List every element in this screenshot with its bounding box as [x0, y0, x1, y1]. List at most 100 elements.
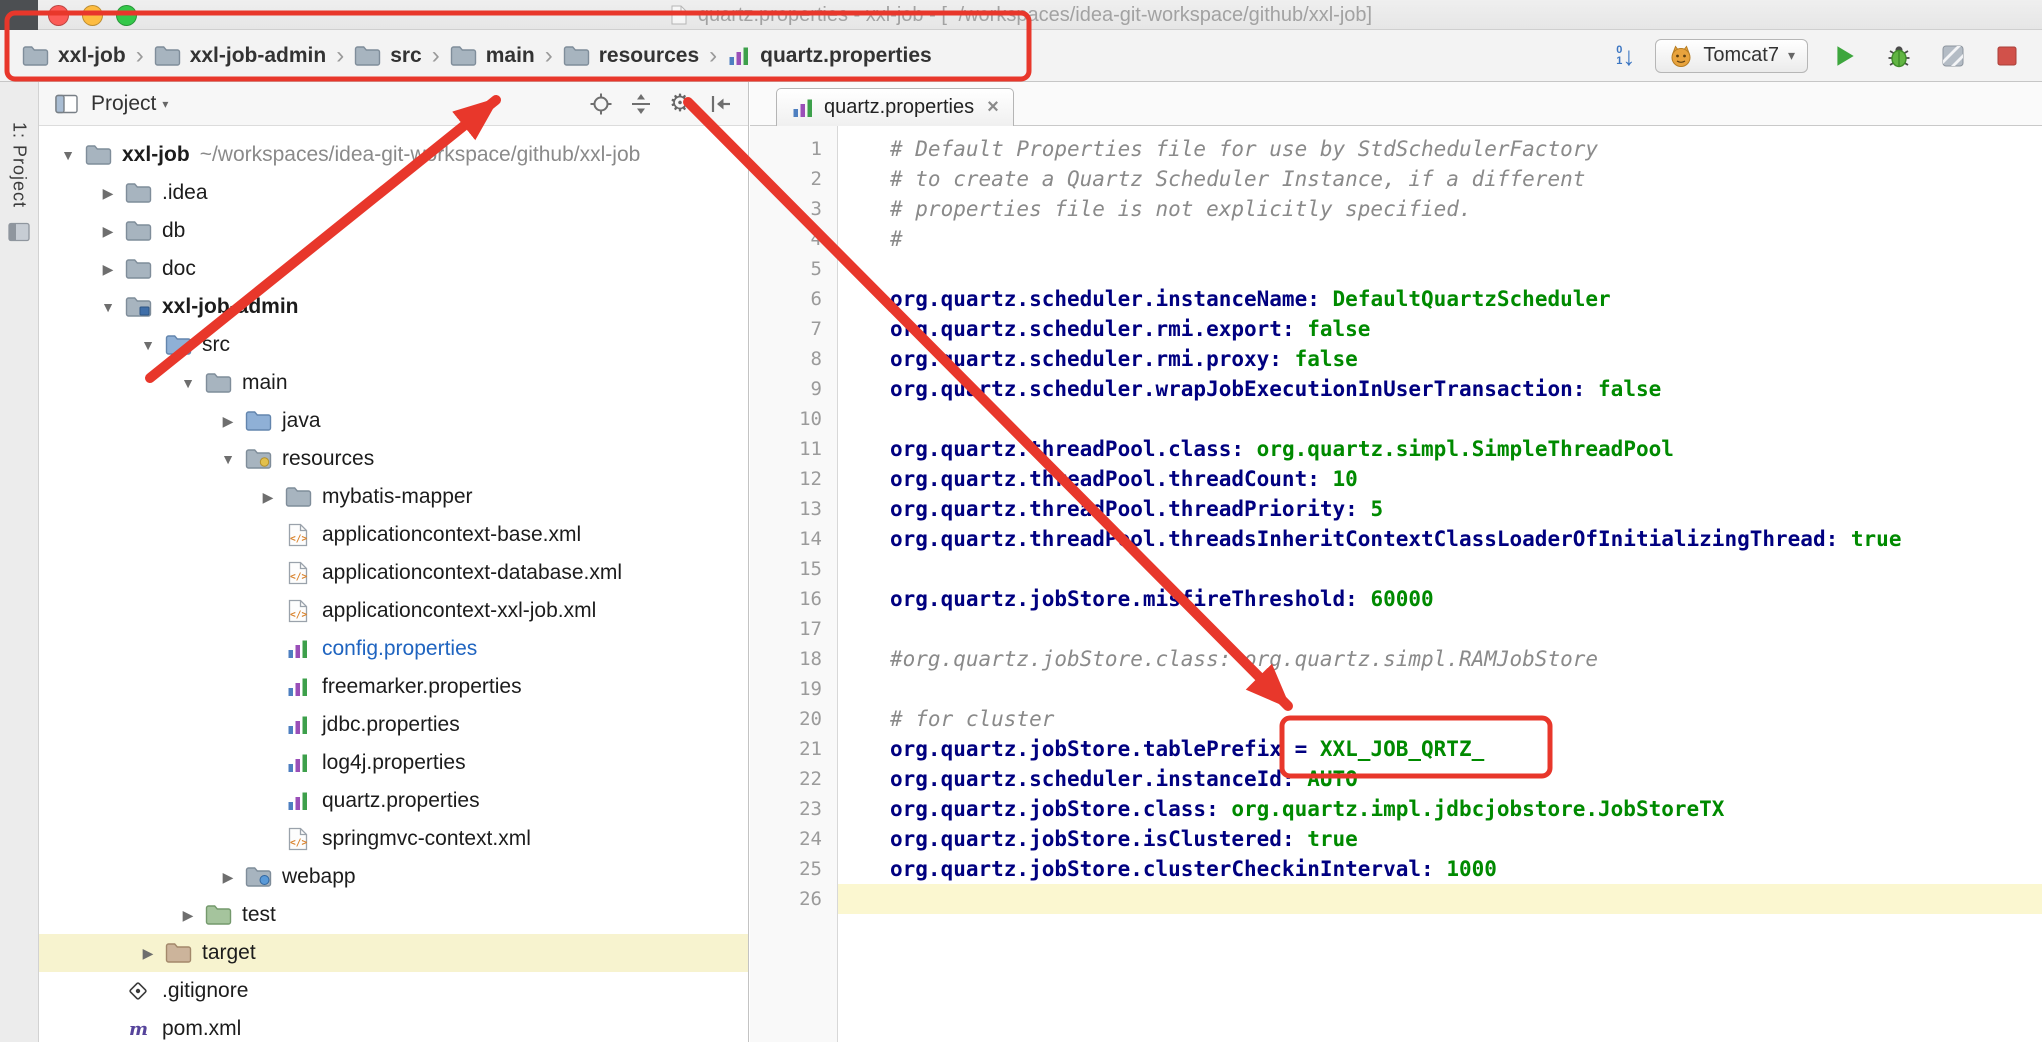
code-line-8[interactable]: 8org.quartz.scheduler.rmi.proxy: false — [750, 344, 2042, 374]
chevron-down-icon[interactable]: ▾ — [162, 97, 168, 111]
chevron-collapsed-icon[interactable]: ▶ — [93, 185, 123, 202]
code-line-17[interactable]: 17 — [750, 614, 2042, 644]
chevron-collapsed-icon[interactable]: ▶ — [133, 945, 163, 962]
tree-item-applicationcontext-base.xml[interactable]: </>applicationcontext-base.xml — [39, 516, 748, 554]
tree-item-target[interactable]: ▶target — [39, 934, 748, 972]
code-editor[interactable]: 1# Default Properties file for use by St… — [750, 126, 2042, 1042]
folder-src-icon — [243, 410, 273, 432]
code-line-7[interactable]: 7org.quartz.scheduler.rmi.export: false — [750, 314, 2042, 344]
breadcrumb-item-main[interactable]: main — [446, 44, 539, 68]
close-window-icon[interactable] — [48, 5, 69, 26]
svg-text:</>: </> — [290, 610, 307, 621]
chevron-expanded-icon[interactable]: ▼ — [173, 375, 203, 391]
breadcrumb-item-xxl-job-admin[interactable]: xxl-job-admin — [150, 44, 331, 68]
code-line-21[interactable]: 21org.quartz.jobStore.tablePrefix = XXL_… — [750, 734, 2042, 764]
sort-order-icon[interactable]: 0 1 ↓ — [1616, 43, 1635, 69]
run-button[interactable] — [1828, 39, 1862, 73]
folder-icon — [563, 45, 590, 67]
tree-item-quartz.properties[interactable]: quartz.properties — [39, 782, 748, 820]
tree-item-src[interactable]: ▼src — [39, 326, 748, 364]
code-line-11[interactable]: 11org.quartz.threadPool.class: org.quart… — [750, 434, 2042, 464]
chevron-collapsed-icon[interactable]: ▶ — [213, 869, 243, 886]
zoom-window-icon[interactable] — [116, 5, 137, 26]
code-line-2[interactable]: 2# to create a Quartz Scheduler Instance… — [750, 164, 2042, 194]
code-text — [838, 614, 2042, 644]
debug-button[interactable] — [1882, 39, 1916, 73]
breadcrumb-separator-icon: › — [426, 42, 446, 70]
tree-item-jdbc.properties[interactable]: jdbc.properties — [39, 706, 748, 744]
line-number: 9 — [750, 374, 838, 404]
project-tool-window-button[interactable]: 1: Project — [9, 122, 30, 208]
chevron-expanded-icon[interactable]: ▼ — [53, 147, 83, 163]
tree-item-resources[interactable]: ▼resources — [39, 440, 748, 478]
coverage-button[interactable] — [1936, 39, 1970, 73]
chevron-collapsed-icon[interactable]: ▶ — [173, 907, 203, 924]
tree-item-webapp[interactable]: ▶webapp — [39, 858, 748, 896]
code-line-13[interactable]: 13org.quartz.threadPool.threadPriority: … — [750, 494, 2042, 524]
minimize-window-icon[interactable] — [82, 5, 103, 26]
code-line-9[interactable]: 9org.quartz.scheduler.wrapJobExecutionIn… — [750, 374, 2042, 404]
hide-panel-icon[interactable] — [706, 89, 736, 119]
tree-item-xxl-job[interactable]: ▼xxl-job~/workspaces/idea-git-workspace/… — [39, 136, 748, 174]
tree-item-label: doc — [162, 257, 196, 281]
project-tool-window-icon[interactable] — [8, 222, 30, 247]
code-line-22[interactable]: 22org.quartz.scheduler.instanceId: AUTO — [750, 764, 2042, 794]
code-line-6[interactable]: 6org.quartz.scheduler.instanceName: Defa… — [750, 284, 2042, 314]
tree-item-applicationcontext-xxl-job.xml[interactable]: </>applicationcontext-xxl-job.xml — [39, 592, 748, 630]
code-line-10[interactable]: 10 — [750, 404, 2042, 434]
code-line-14[interactable]: 14org.quartz.threadPool.threadsInheritCo… — [750, 524, 2042, 554]
tree-item-config.properties[interactable]: config.properties — [39, 630, 748, 668]
breadcrumb-item-xxl-job[interactable]: xxl-job — [18, 44, 130, 68]
tree-item-test[interactable]: ▶test — [39, 896, 748, 934]
code-line-1[interactable]: 1# Default Properties file for use by St… — [750, 134, 2042, 164]
chevron-expanded-icon[interactable]: ▼ — [93, 299, 123, 315]
close-tab-icon[interactable]: × — [987, 96, 999, 119]
settings-gear-icon[interactable]: ⚙▾ — [666, 89, 696, 119]
chevron-collapsed-icon[interactable]: ▶ — [93, 223, 123, 240]
chevron-collapsed-icon[interactable]: ▶ — [93, 261, 123, 278]
breadcrumb-item-quartz.properties[interactable]: quartz.properties — [723, 44, 936, 68]
tree-item-xxl-job-admin[interactable]: ▼xxl-job-admin — [39, 288, 748, 326]
code-line-4[interactable]: 4# — [750, 224, 2042, 254]
chevron-expanded-icon[interactable]: ▼ — [213, 451, 243, 467]
chevron-expanded-icon[interactable]: ▼ — [133, 337, 163, 353]
code-line-5[interactable]: 5 — [750, 254, 2042, 284]
code-line-16[interactable]: 16org.quartz.jobStore.misfireThreshold: … — [750, 584, 2042, 614]
chevron-collapsed-icon[interactable]: ▶ — [213, 413, 243, 430]
scroll-from-source-icon[interactable] — [626, 89, 656, 119]
code-line-19[interactable]: 19 — [750, 674, 2042, 704]
project-panel-title[interactable]: Project — [91, 92, 156, 116]
folder-resources-icon — [243, 448, 273, 470]
tree-item-pom.xml[interactable]: mpom.xml — [39, 1010, 748, 1042]
breadcrumb-item-src[interactable]: src — [350, 44, 426, 68]
code-line-25[interactable]: 25org.quartz.jobStore.clusterCheckinInte… — [750, 854, 2042, 884]
chevron-collapsed-icon[interactable]: ▶ — [253, 489, 283, 506]
tree-item-db[interactable]: ▶db — [39, 212, 748, 250]
tree-item-main[interactable]: ▼main — [39, 364, 748, 402]
tree-item-springmvc-context.xml[interactable]: </>springmvc-context.xml — [39, 820, 748, 858]
code-line-23[interactable]: 23org.quartz.jobStore.class: org.quartz.… — [750, 794, 2042, 824]
tree-item-java[interactable]: ▶java — [39, 402, 748, 440]
code-line-3[interactable]: 3# properties file is not explicitly spe… — [750, 194, 2042, 224]
tree-item-log4j.properties[interactable]: log4j.properties — [39, 744, 748, 782]
property-separator: : — [1307, 287, 1332, 311]
property-key: org.quartz.scheduler.instanceName — [890, 287, 1307, 311]
tree-item-doc[interactable]: ▶ doc — [39, 250, 748, 288]
tree-item-.gitignore[interactable]: .gitignore — [39, 972, 748, 1010]
stop-button[interactable] — [1990, 39, 2024, 73]
tree-item-freemarker.properties[interactable]: freemarker.properties — [39, 668, 748, 706]
code-line-12[interactable]: 12org.quartz.threadPool.threadCount: 10 — [750, 464, 2042, 494]
code-line-18[interactable]: 18#org.quartz.jobStore.class: org.quartz… — [750, 644, 2042, 674]
code-line-15[interactable]: 15 — [750, 554, 2042, 584]
code-text: org.quartz.threadPool.threadPriority: 5 — [838, 494, 2042, 524]
tree-item-mybatis-mapper[interactable]: ▶mybatis-mapper — [39, 478, 748, 516]
breadcrumb-item-resources[interactable]: resources — [559, 44, 703, 68]
tab-quartz-properties[interactable]: quartz.properties × — [776, 88, 1014, 126]
locate-file-icon[interactable] — [586, 89, 616, 119]
code-line-20[interactable]: 20# for cluster — [750, 704, 2042, 734]
code-line-24[interactable]: 24org.quartz.jobStore.isClustered: true — [750, 824, 2042, 854]
tree-item-.idea[interactable]: ▶.idea — [39, 174, 748, 212]
code-line-26[interactable]: 26 — [750, 884, 2042, 914]
run-configuration-select[interactable]: Tomcat7 ▾ — [1655, 39, 1808, 73]
tree-item-applicationcontext-database.xml[interactable]: </>applicationcontext-database.xml — [39, 554, 748, 592]
